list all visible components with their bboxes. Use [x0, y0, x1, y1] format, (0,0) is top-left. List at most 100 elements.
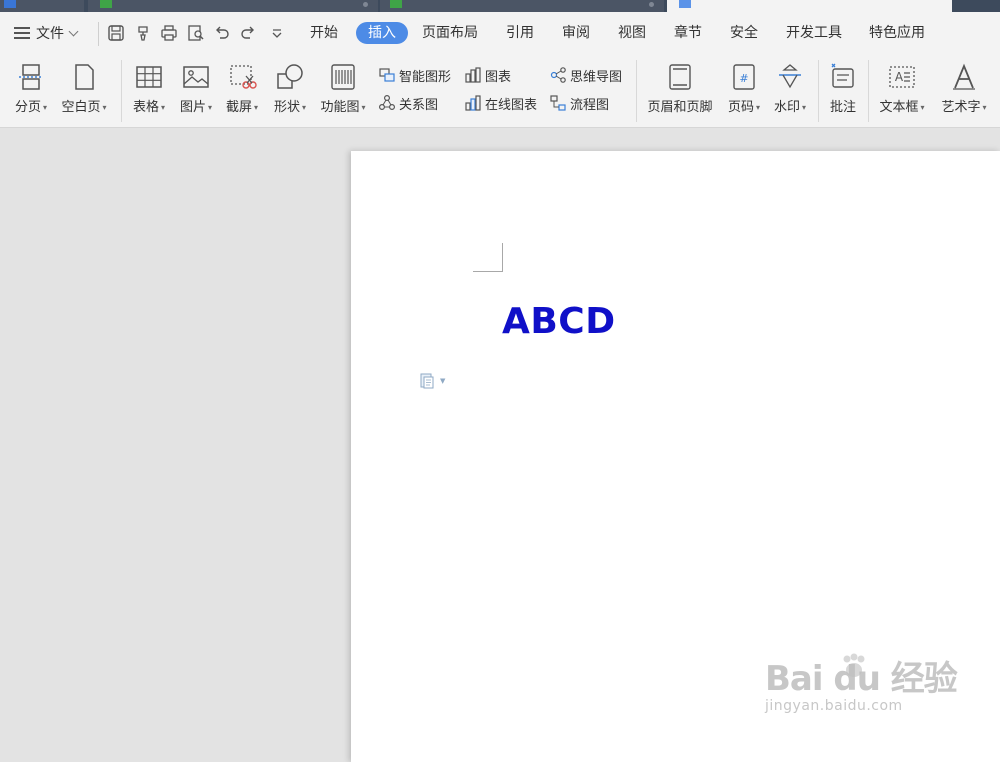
save-icon — [108, 25, 124, 41]
spreadsheet-tab-icon — [390, 0, 402, 8]
tab-home[interactable]: 开始 — [310, 22, 338, 44]
word-art-button[interactable]: 艺术字 ▾ — [934, 54, 994, 128]
shapes-icon — [275, 62, 305, 92]
page-number-icon: # — [729, 62, 759, 92]
svg-text:A: A — [895, 70, 904, 84]
tab-chapter[interactable]: 章节 — [674, 22, 702, 44]
file-menu[interactable]: 文件 — [14, 22, 79, 44]
relation-chart-button[interactable]: 关系图 — [378, 92, 438, 114]
page-break-icon — [16, 62, 46, 92]
text-box-button[interactable]: A 文本框 ▾ — [874, 54, 930, 128]
print-preview-button[interactable] — [186, 22, 206, 44]
new-tab-button[interactable] — [954, 0, 1000, 12]
table-button[interactable]: 表格 ▾ — [128, 54, 170, 128]
document-tab-3[interactable] — [380, 0, 664, 12]
customize-toolbar-button[interactable] — [267, 22, 287, 44]
document-text[interactable]: ABCD — [502, 301, 616, 342]
shapes-label: 形状 — [273, 100, 300, 115]
tab-special-features[interactable]: 特色应用 — [869, 22, 925, 44]
page-break-label: 分页 — [14, 100, 41, 115]
screenshot-button[interactable]: 截屏 ▾ — [220, 54, 264, 128]
chart-button[interactable]: 图表 — [464, 64, 511, 86]
margin-corner-marker — [473, 243, 503, 272]
blank-page-icon — [69, 62, 99, 92]
chevron-down-icon — [68, 26, 79, 36]
flowchart-label: 流程图 — [570, 97, 610, 113]
watermark-url: jingyan.baidu.com — [765, 698, 903, 714]
text-box-icon: A — [887, 62, 917, 92]
paste-options-button[interactable]: ▼ — [419, 372, 445, 390]
print-preview-icon — [188, 25, 204, 41]
header-footer-icon — [665, 62, 695, 92]
close-tab-icon[interactable] — [363, 2, 368, 7]
tab-page-layout[interactable]: 页面布局 — [422, 22, 478, 44]
picture-icon — [181, 62, 211, 92]
document-tab-2[interactable] — [88, 0, 378, 12]
blank-page-label: 空白页 — [61, 100, 101, 115]
word-art-label: 艺术字 — [941, 100, 981, 115]
chart-icon — [465, 67, 481, 83]
smart-art-button[interactable]: 智能图形 — [378, 64, 451, 86]
watermark-button[interactable]: 水印 ▾ — [768, 54, 812, 128]
picture-button[interactable]: 图片 ▾ — [174, 54, 218, 128]
page-break-button[interactable]: 分页 ▾ — [8, 54, 54, 128]
mind-map-icon — [550, 67, 566, 83]
function-chart-button[interactable]: 功能图 ▾ — [316, 54, 370, 128]
tab-view[interactable]: 视图 — [618, 22, 646, 44]
format-painter-button[interactable] — [133, 22, 153, 44]
flowchart-button[interactable]: 流程图 — [549, 92, 609, 114]
screenshot-label: 截屏 — [225, 100, 252, 115]
redo-icon — [241, 26, 254, 39]
print-button[interactable] — [159, 22, 179, 44]
divider — [636, 60, 637, 122]
comment-label: 批注 — [829, 100, 856, 115]
scissors-icon — [227, 62, 257, 92]
menu-bar: 文件 开始 插入 页面布局 引用 审阅 视图 章节 安全 开发工具 特色应用 — [0, 12, 1000, 54]
tab-references[interactable]: 引用 — [506, 22, 534, 44]
mind-map-button[interactable]: 思维导图 — [549, 64, 622, 86]
online-chart-icon — [465, 95, 481, 111]
picture-label: 图片 — [179, 100, 206, 115]
chevron-down-icon: ▼ — [440, 377, 446, 385]
online-chart-label: 在线图表 — [485, 97, 538, 113]
page-number-label: 页码 — [727, 100, 754, 115]
writer-tab-icon — [679, 0, 691, 8]
chevron-down-icon — [272, 29, 282, 38]
shapes-button[interactable]: 形状 ▾ — [268, 54, 312, 128]
word-art-icon — [949, 62, 979, 92]
menu-icon — [14, 27, 30, 39]
barcode-icon — [328, 62, 358, 92]
divider — [868, 60, 869, 122]
divider — [121, 60, 122, 122]
paste-options-icon — [420, 373, 434, 389]
undo-icon — [216, 26, 229, 39]
page-number-button[interactable]: # 页码 ▾ — [722, 54, 766, 128]
save-button[interactable] — [106, 22, 126, 44]
header-footer-label: 页眉和页脚 — [647, 100, 713, 115]
undo-button[interactable] — [212, 22, 232, 44]
format-painter-icon — [138, 26, 148, 41]
svg-text:#: # — [739, 72, 748, 85]
mind-map-label: 思维导图 — [570, 69, 623, 85]
close-tab-icon[interactable] — [649, 2, 654, 7]
redo-button[interactable] — [238, 22, 258, 44]
tab-review[interactable]: 审阅 — [562, 22, 590, 44]
tab-security[interactable]: 安全 — [730, 22, 758, 44]
divider — [818, 60, 819, 122]
document-tab-active[interactable] — [667, 0, 952, 12]
baidu-watermark: Bai du 经验 jingyan.baidu.com — [765, 651, 958, 714]
comment-button[interactable]: 批注 — [824, 54, 862, 128]
table-label: 表格 — [132, 100, 159, 115]
divider — [98, 22, 99, 46]
function-chart-label: 功能图 — [320, 100, 360, 115]
tab-developer-tools[interactable]: 开发工具 — [786, 22, 842, 44]
header-footer-button[interactable]: 页眉和页脚 — [643, 54, 717, 128]
watermark-label: 水印 — [773, 100, 800, 115]
insert-ribbon: 分页 ▾ 空白页 ▾ 表格 ▾ 图片 ▾ 截屏 ▾ 形状 ▾ 功能图 ▾ 智能图形 关系图 图… — [0, 54, 1000, 128]
relation-chart-icon — [378, 94, 396, 111]
flowchart-icon — [550, 95, 566, 111]
blank-page-button[interactable]: 空白页 ▾ — [56, 54, 112, 128]
online-chart-button[interactable]: 在线图表 — [464, 92, 537, 114]
tab-insert[interactable]: 插入 — [356, 22, 408, 44]
document-tab-1[interactable] — [0, 0, 84, 12]
